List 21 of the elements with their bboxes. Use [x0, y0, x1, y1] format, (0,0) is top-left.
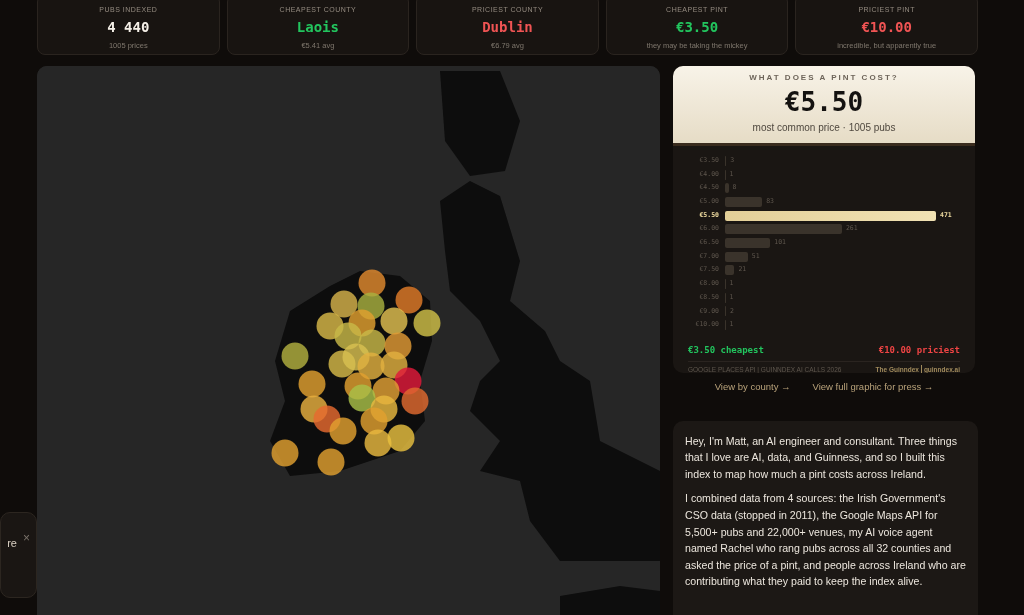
histogram-bar	[725, 183, 729, 194]
toast-text: re	[7, 537, 17, 549]
about-paragraph: Hey, I'm Matt, an AI engineer and consultant. Three things that I love are AI, data, and Guinness, and so I built this index to map how much a pint costs across Ireland.	[685, 433, 958, 482]
stat-value: Laois	[296, 18, 339, 37]
text-link[interactable]: View by county →	[714, 380, 791, 395]
cheapest-label: €3.50 cheapest	[688, 343, 764, 357]
text-link[interactable]: View full graphic for press →	[812, 380, 934, 395]
histogram-bar	[725, 196, 763, 207]
card-eyebrow: WHAT DOES A PINT COST?	[749, 72, 899, 84]
about-paragraph: I combined data from 4 sources: the Irish Government's CSO data (stopped in 2011), the Google Maps API for 5,500+ pubs and 22,000+ venues, my AI voice agent named Rachel who rang pubs across all 32 counties and asked the price of a pint, and people across Ireland who are contributing what they paid to keep the index alive.	[685, 491, 966, 590]
priciest-label: €10.00 priciest	[878, 343, 960, 357]
stat-value: 4 440	[107, 18, 150, 37]
histogram-bar	[725, 251, 748, 262]
histogram-bar	[725, 265, 735, 276]
close-button[interactable]: ×	[23, 532, 30, 544]
card-subtitle: most common price · 1005 pubs	[752, 121, 896, 135]
histogram-bar	[725, 237, 771, 248]
stat-value: Dublin	[482, 18, 533, 37]
stat-value: €10.00	[861, 18, 912, 37]
common-price: €5.50	[784, 86, 864, 119]
stat-value: €3.50	[676, 18, 719, 37]
